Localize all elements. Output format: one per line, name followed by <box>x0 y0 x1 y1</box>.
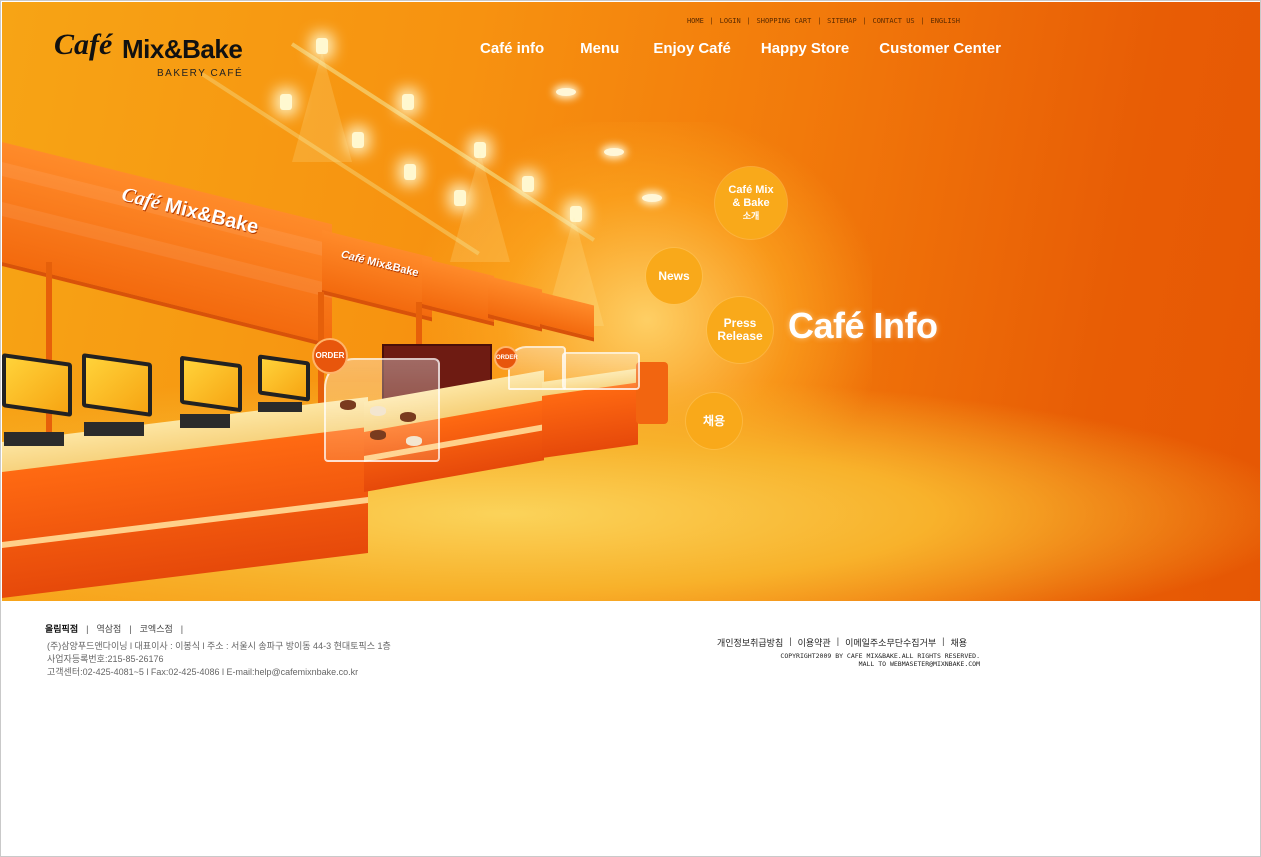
spot-lamp <box>352 132 364 148</box>
pos-screen <box>2 353 72 417</box>
display-case <box>562 352 640 390</box>
order-sign: ORDER <box>494 346 518 370</box>
util-separator: | <box>818 17 821 25</box>
pos-base <box>180 414 230 428</box>
cake-item <box>370 430 386 440</box>
spot-lamp <box>402 94 414 110</box>
branch-separator: | <box>180 623 184 634</box>
footer-links: 개인정보취급방침 | 이용약관 | 이메일주소무단수집거부 | 채용 <box>717 636 967 649</box>
utility-nav: HOME | LOGIN | SHOPPING CART | SITEMAP |… <box>687 17 960 25</box>
light-beam <box>292 52 352 162</box>
company-line-1: (주)삼양푸드앤다이닝 l 대표이사 : 이봉식 l 주소 : 서울시 송파구 … <box>47 641 391 651</box>
util-separator: | <box>921 17 924 25</box>
util-english[interactable]: ENGLISH <box>930 17 960 25</box>
submenu-about[interactable]: Café Mix & Bake 소개 <box>715 167 787 239</box>
nav-cafe-info[interactable]: Café info <box>480 40 544 57</box>
ceiling-downlight <box>556 88 576 96</box>
util-login[interactable]: LOGIN <box>720 17 741 25</box>
footer-link-recruit[interactable]: 채용 <box>951 636 968 649</box>
company-line-3: 고객센터:02-425-4081~5 l Fax:02-425-4086 l E… <box>47 667 359 677</box>
util-separator: | <box>747 17 750 25</box>
footer-link-terms[interactable]: 이용약관 <box>798 636 831 649</box>
company-line-2: 사업자등록번호:215-85-26176 <box>47 654 164 664</box>
pos-screen <box>180 355 242 413</box>
side-panel <box>636 362 668 424</box>
footer: 올림픽점 | 역삼점 | 코엑스점 | (주)삼양푸드앤다이닝 l 대표이사 :… <box>1 601 1260 856</box>
main-nav: Café info Menu Enjoy Café Happy Store Cu… <box>480 40 1001 57</box>
cake-item <box>406 436 422 446</box>
logo-cafe: Café <box>54 28 113 61</box>
submenu-about-label: Café Mix & Bake 소개 <box>728 184 773 223</box>
footer-link-privacy[interactable]: 개인정보취급방침 <box>717 636 783 649</box>
submenu-recruit[interactable]: 채용 <box>686 393 742 449</box>
footer-link-separator: | <box>942 636 945 646</box>
webmaster-mail[interactable]: MALL TO WEBMASETER@MIXNBAKE.COM <box>780 660 980 668</box>
branch-yeoksam[interactable]: 역삼점 <box>96 622 121 635</box>
order-sign: ORDER <box>312 338 348 374</box>
ceiling-downlight <box>604 148 624 156</box>
spot-lamp <box>522 176 534 192</box>
util-separator: | <box>710 17 713 25</box>
util-contact-us[interactable]: CONTACT US <box>873 17 915 25</box>
display-case <box>324 358 440 462</box>
submenu-about-line2: & Bake <box>732 196 770 209</box>
util-sitemap[interactable]: SITEMAP <box>827 17 857 25</box>
util-home[interactable]: HOME <box>687 17 704 25</box>
section-title: Café Info <box>788 305 938 346</box>
submenu-news[interactable]: News <box>646 248 702 304</box>
branch-separator: | <box>86 623 89 634</box>
page-frame: Café Mix&Bake Café Mix&Bake ORDER ORDER … <box>0 0 1261 857</box>
ceiling-downlight <box>642 194 662 202</box>
logo-tagline: BAKERY CAFÉ <box>157 68 244 79</box>
light-beam <box>450 152 510 262</box>
copyright-text: COPYRIGHT2009 BY CAFE MIX&BAKE.ALL RIGHT… <box>780 652 980 660</box>
logo-name: Mix&Bake <box>122 34 243 64</box>
nav-menu[interactable]: Menu <box>580 40 619 57</box>
pos-base <box>84 422 144 436</box>
footer-link-separator: | <box>836 636 840 646</box>
util-shopping-cart[interactable]: SHOPPING CART <box>757 17 812 25</box>
pos-base <box>258 402 302 412</box>
nav-happy-store[interactable]: Happy Store <box>761 40 849 57</box>
pos-screen <box>258 354 310 402</box>
submenu-about-line1: Café Mix <box>728 183 774 196</box>
hero-banner: Café Mix&Bake Café Mix&Bake ORDER ORDER … <box>2 2 1260 601</box>
cake-item <box>340 400 356 410</box>
spot-lamp <box>280 94 292 110</box>
nav-customer-center[interactable]: Customer Center <box>879 40 1001 57</box>
cake-item <box>370 406 386 416</box>
copyright: COPYRIGHT2009 BY CAFE MIX&BAKE.ALL RIGHT… <box>780 652 980 668</box>
pos-screen <box>82 353 152 417</box>
branch-separator: | <box>129 623 132 634</box>
branch-tabs: 올림픽점 | 역삼점 | 코엑스점 | <box>45 622 183 635</box>
pos-base <box>4 432 64 446</box>
footer-link-separator: | <box>789 636 792 646</box>
spot-lamp <box>404 164 416 180</box>
nav-enjoy-cafe[interactable]: Enjoy Café <box>653 40 731 57</box>
footer-link-email-policy[interactable]: 이메일주소무단수집거부 <box>845 636 936 649</box>
branch-coex[interactable]: 코엑스점 <box>140 622 173 635</box>
util-separator: | <box>863 17 866 25</box>
submenu-about-line3: 소개 <box>742 210 760 221</box>
cake-item <box>400 412 416 422</box>
company-info: (주)삼양푸드앤다이닝 l 대표이사 : 이봉식 l 주소 : 서울시 송파구 … <box>47 640 391 679</box>
submenu-press-label: Press Release <box>717 317 762 343</box>
submenu-press-line2: Release <box>717 329 763 343</box>
branch-olympic[interactable]: 올림픽점 <box>45 622 78 635</box>
submenu-press-release[interactable]: Press Release <box>707 297 773 363</box>
site-logo[interactable]: Café Mix&Bake BAKERY CAFÉ <box>54 28 294 82</box>
